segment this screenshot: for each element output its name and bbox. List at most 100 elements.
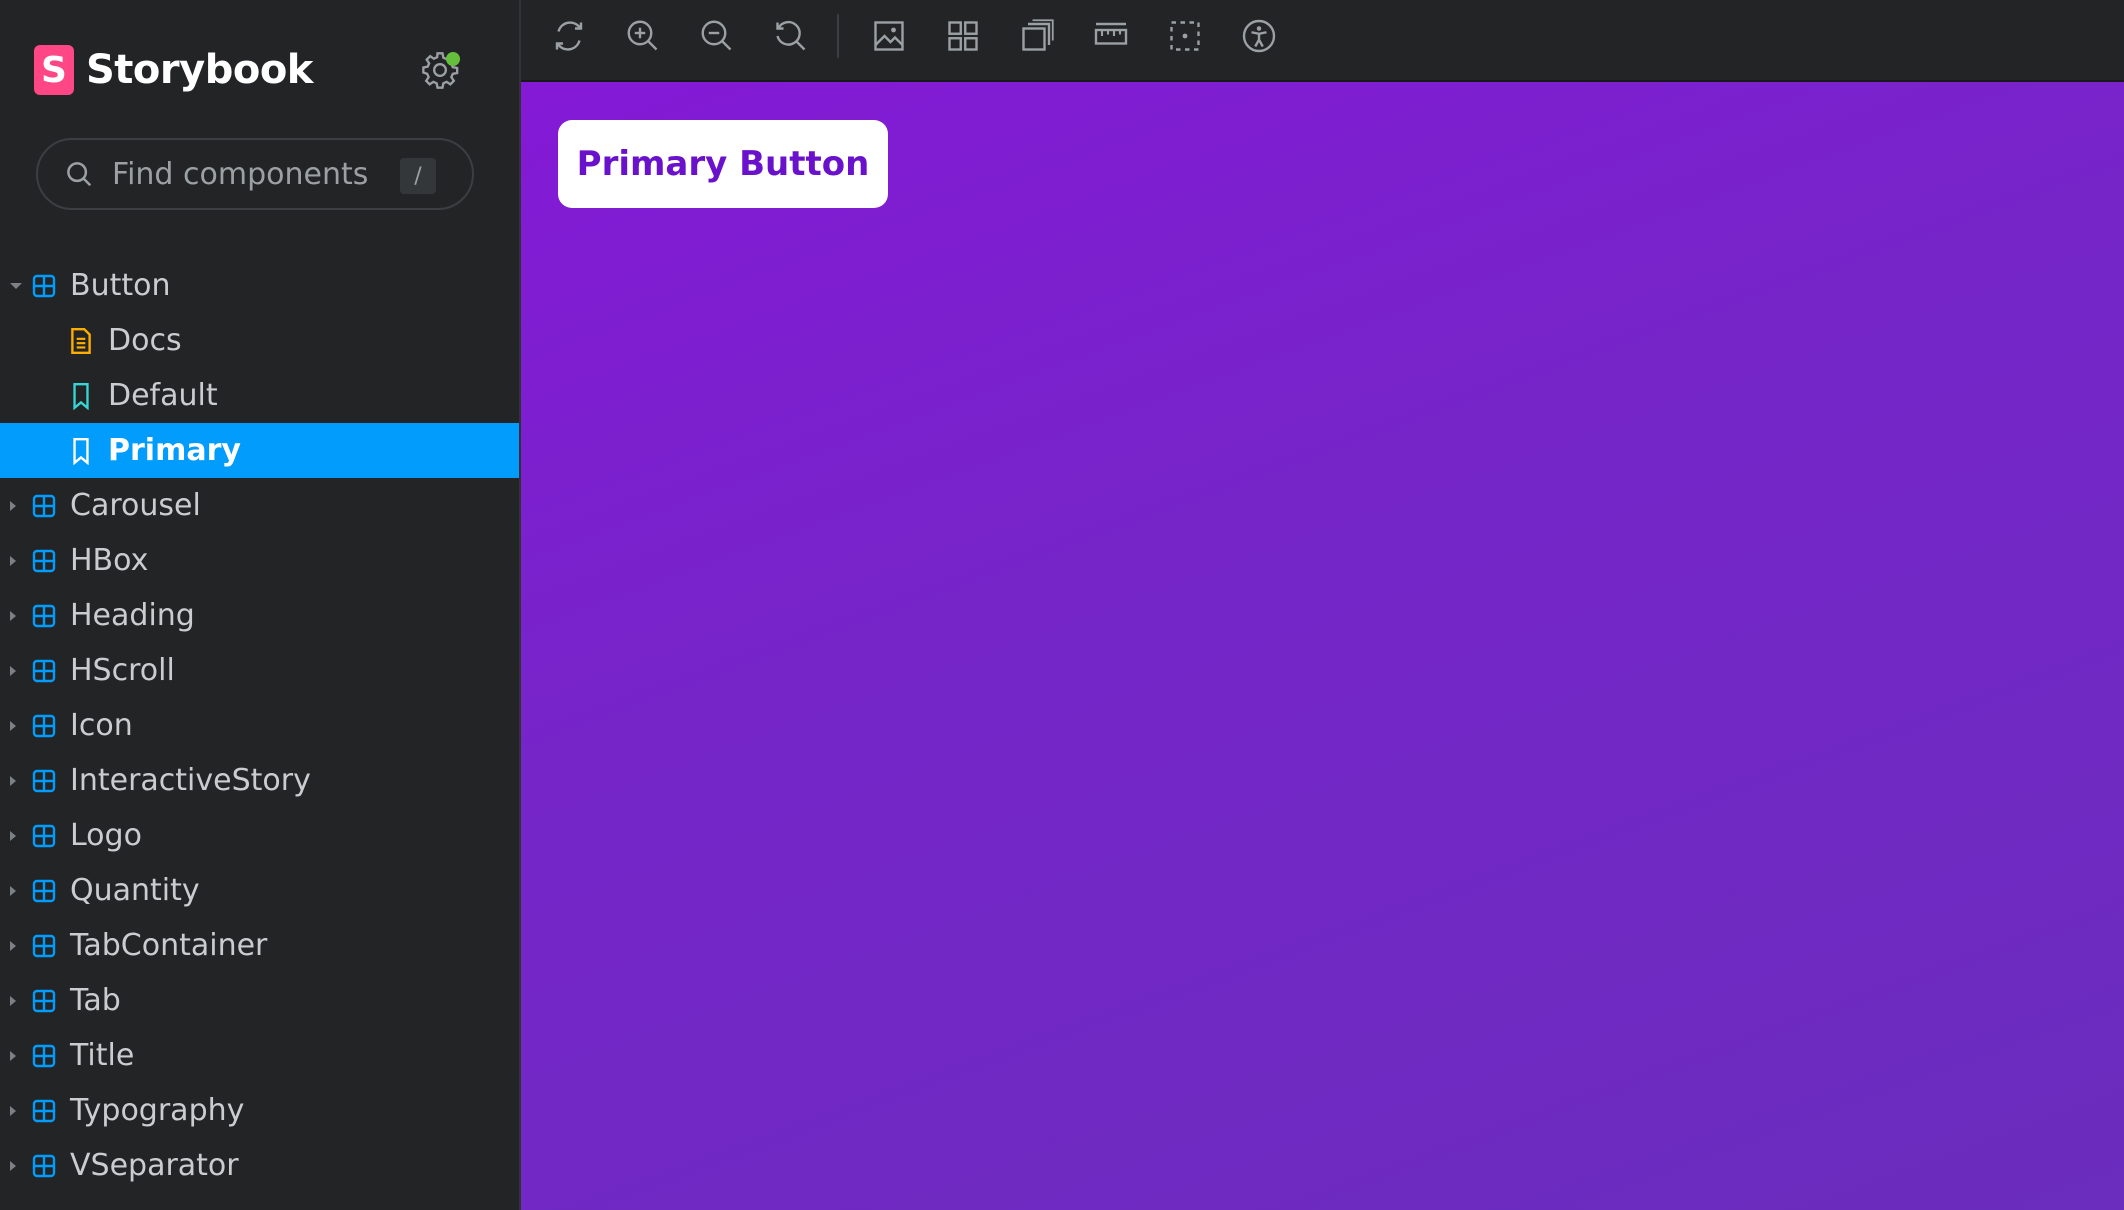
story-primary[interactable]: Primary [0, 423, 520, 478]
chevron-right-icon [10, 610, 16, 621]
component-icon [32, 769, 56, 792]
tree-item-label: VSeparator [70, 1148, 239, 1183]
measure-icon [1094, 22, 1128, 45]
background-button[interactable] [871, 18, 907, 54]
chevron-right-icon [10, 500, 16, 511]
tree-item-label: TabContainer [70, 928, 268, 963]
tree-item-label: Quantity [70, 873, 200, 908]
outline-button[interactable] [1167, 18, 1203, 54]
grid-button[interactable] [945, 18, 981, 54]
search-input[interactable] [110, 155, 394, 193]
story-label: Default [108, 378, 218, 413]
accessibility-button[interactable] [1241, 18, 1277, 54]
zoom-in-icon [627, 20, 658, 51]
search-icon [67, 162, 92, 187]
tree-item-heading[interactable]: Heading [0, 588, 520, 643]
bookmark-icon [73, 382, 89, 410]
reload-icon [555, 21, 583, 51]
component-icon [32, 989, 56, 1012]
zoom-reset-icon [776, 20, 806, 51]
docs-icon [71, 327, 91, 354]
component-tree: Button Docs Default Primary Carousel HBox… [0, 258, 520, 1193]
tree-item-label: Carousel [70, 488, 201, 523]
component-icon [32, 604, 56, 627]
preview-canvas: Primary Button [521, 82, 2124, 1210]
tree-item-label: Typography [70, 1093, 245, 1128]
tree-item-label: Heading [70, 598, 195, 633]
storybook-logo[interactable]: S Storybook [34, 44, 313, 96]
component-icon [32, 1154, 56, 1177]
tree-item-label: Icon [70, 708, 133, 743]
chevron-right-icon [10, 995, 16, 1006]
story-label: Docs [108, 323, 182, 358]
toolbar-separator [837, 14, 839, 58]
chevron-right-icon [10, 1160, 16, 1171]
chevron-right-icon [10, 885, 16, 896]
story-docs[interactable]: Docs [0, 313, 520, 368]
tree-item-label: Logo [70, 818, 142, 853]
settings-button[interactable] [420, 50, 460, 90]
chevron-right-icon [10, 940, 16, 951]
tree-item-label: Tab [70, 983, 121, 1018]
tree-item-vseparator[interactable]: VSeparator [0, 1138, 520, 1193]
preview-toolbar [521, 0, 2124, 82]
component-icon [32, 494, 56, 517]
chevron-right-icon [10, 665, 16, 676]
sidebar: S Storybook / Button [0, 0, 520, 1210]
chevron-right-icon [10, 1105, 16, 1116]
tree-item-icon[interactable]: Icon [0, 698, 520, 753]
grid-icon [948, 21, 978, 51]
tree-item-label: Button [70, 268, 171, 303]
component-icon [32, 1044, 56, 1067]
tree-item-title[interactable]: Title [0, 1028, 520, 1083]
component-icon [32, 824, 56, 847]
brand-name: Storybook [86, 47, 313, 93]
component-icon [32, 549, 56, 572]
chevron-right-icon [10, 830, 16, 841]
chevron-down-icon [10, 282, 22, 289]
zoom-out-icon [701, 20, 732, 51]
story-default[interactable]: Default [0, 368, 520, 423]
tree-item-carousel[interactable]: Carousel [0, 478, 520, 533]
tree-item-label: InteractiveStory [70, 763, 311, 798]
zoom-reset-button[interactable] [773, 18, 809, 54]
viewport-button[interactable] [1019, 18, 1055, 54]
viewport-icon [1022, 19, 1054, 51]
storybook-logo-mark: S [34, 45, 74, 95]
search-shortcut-key: / [400, 158, 436, 194]
reload-button[interactable] [551, 18, 587, 54]
chevron-right-icon [10, 775, 16, 786]
component-icon [32, 934, 56, 957]
zoom-out-button[interactable] [699, 18, 735, 54]
component-icon [32, 714, 56, 737]
tree-item-label: Title [70, 1038, 135, 1073]
bookmark-icon [73, 437, 89, 465]
tree-item-quantity[interactable]: Quantity [0, 863, 520, 918]
tree-item-label: HScroll [70, 653, 175, 688]
tree-item-hscroll[interactable]: HScroll [0, 643, 520, 698]
primary-button[interactable]: Primary Button [558, 120, 888, 208]
chevron-right-icon [10, 1050, 16, 1061]
search-box[interactable]: / [36, 138, 474, 210]
accessibility-icon [1242, 19, 1276, 53]
chevron-right-icon [10, 555, 16, 566]
measure-button[interactable] [1093, 18, 1129, 54]
chevron-right-icon [10, 720, 16, 731]
tree-item-tab[interactable]: Tab [0, 973, 520, 1028]
zoom-in-button[interactable] [625, 18, 661, 54]
tree-item-logo[interactable]: Logo [0, 808, 520, 863]
component-icon [32, 879, 56, 902]
tree-item-label: HBox [70, 543, 149, 578]
tree-item-button[interactable]: Button [0, 258, 520, 313]
tree-item-typography[interactable]: Typography [0, 1083, 520, 1138]
tree-item-hbox[interactable]: HBox [0, 533, 520, 588]
tree-item-interactivestory[interactable]: InteractiveStory [0, 753, 520, 808]
component-icon [32, 659, 56, 682]
status-dot [446, 52, 460, 66]
tree-item-tabcontainer[interactable]: TabContainer [0, 918, 520, 973]
component-icon [32, 274, 56, 297]
background-icon [874, 21, 904, 51]
story-label: Primary [108, 433, 241, 468]
outline-icon [1170, 21, 1200, 51]
component-icon [32, 1099, 56, 1122]
